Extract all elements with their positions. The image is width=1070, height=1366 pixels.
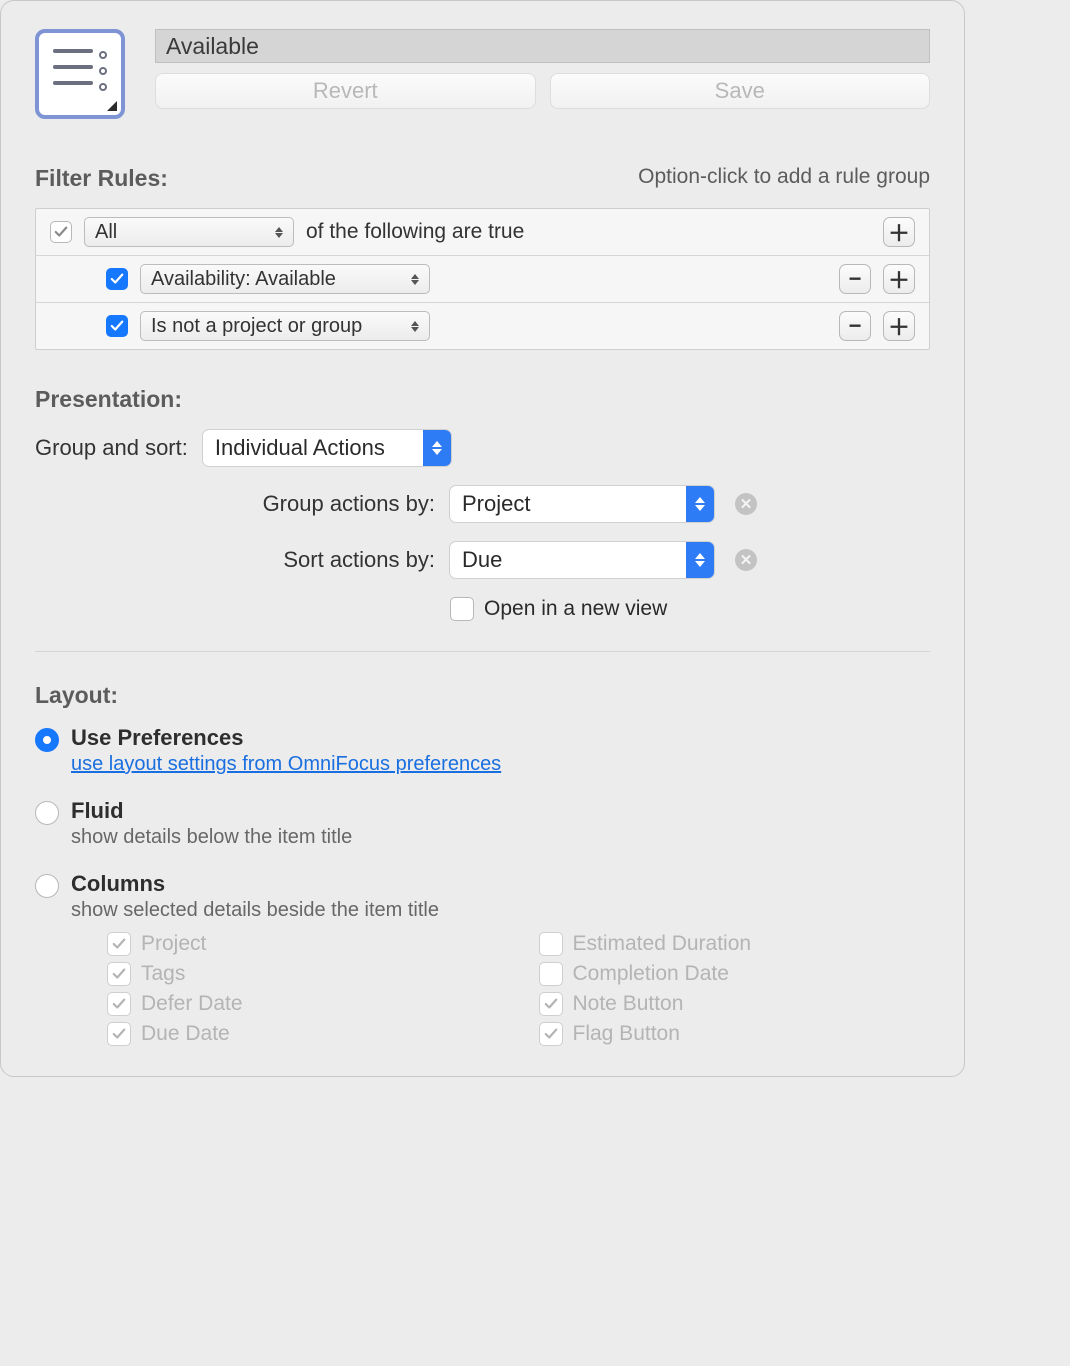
col-completion-row: Completion Date [539, 962, 931, 986]
sort-by-select[interactable]: Due [449, 541, 715, 579]
header: Revert Save [35, 29, 930, 119]
group-sort-label: Group and sort: [35, 435, 188, 461]
filter-rules-heading: Filter Rules: Option-click to add a rule… [35, 165, 930, 192]
rule-root-suffix: of the following are true [306, 220, 524, 244]
rule-checkbox[interactable] [106, 315, 128, 337]
section-divider [35, 651, 930, 652]
open-new-view-checkbox[interactable] [450, 597, 474, 621]
group-by-label: Group actions by: [35, 491, 435, 517]
stepper-icon [409, 321, 421, 332]
group-by-row: Group actions by: Project ✕ [35, 485, 930, 523]
rule-condition-select[interactable]: Is not a project or group [140, 311, 430, 341]
layout-use-prefs-radio[interactable] [35, 728, 59, 752]
col-defer-checkbox[interactable] [107, 992, 131, 1016]
layout-fluid-row: Fluid show details below the item title [35, 798, 930, 849]
add-rule-button[interactable]: ＋ [883, 264, 915, 294]
save-button[interactable]: Save [550, 73, 931, 109]
layout-heading: Layout: [35, 682, 930, 709]
col-project-row: Project [107, 932, 499, 956]
stepper-icon [273, 227, 285, 238]
chevron-updown-icon [686, 542, 714, 578]
open-new-view-row: Open in a new view [450, 597, 930, 621]
group-by-select[interactable]: Project [449, 485, 715, 523]
col-completion-checkbox[interactable] [539, 962, 563, 986]
add-rule-button[interactable]: ＋ [883, 311, 915, 341]
group-sort-value: Individual Actions [203, 435, 423, 461]
layout-columns-radio[interactable] [35, 874, 59, 898]
rule-match-select[interactable]: All [84, 217, 294, 247]
group-sort-select[interactable]: Individual Actions [202, 429, 452, 467]
chevron-updown-icon [686, 486, 714, 522]
rule-match-value: All [95, 221, 117, 244]
col-note-row: Note Button [539, 992, 931, 1016]
clear-sort-by-button[interactable]: ✕ [735, 549, 757, 571]
open-new-view-label: Open in a new view [484, 597, 667, 621]
col-due-label: Due Date [141, 1022, 230, 1046]
filter-rules-box: All of the following are true ＋ Availabi… [35, 208, 930, 350]
remove-rule-button[interactable]: − [839, 311, 871, 341]
rule-condition-value: Is not a project or group [151, 315, 362, 338]
col-tags-checkbox[interactable] [107, 962, 131, 986]
revert-button[interactable]: Revert [155, 73, 536, 109]
chevron-updown-icon [423, 430, 451, 466]
remove-rule-button[interactable]: − [839, 264, 871, 294]
perspective-icon-picker[interactable] [35, 29, 125, 119]
layout-columns-row: Columns show selected details beside the… [35, 871, 930, 922]
group-by-value: Project [450, 491, 686, 517]
col-project-checkbox[interactable] [107, 932, 131, 956]
layout-columns-desc: show selected details beside the item ti… [71, 899, 930, 922]
filter-rules-hint: Option-click to add a rule group [638, 165, 930, 189]
sort-by-value: Due [450, 547, 686, 573]
layout-fluid-title: Fluid [71, 798, 930, 824]
col-est-row: Estimated Duration [539, 932, 931, 956]
layout-columns-title: Columns [71, 871, 930, 897]
layout-use-prefs-link[interactable]: use layout settings from OmniFocus prefe… [71, 753, 501, 775]
sort-by-row: Sort actions by: Due ✕ [35, 541, 930, 579]
rule-condition-value: Availability: Available [151, 268, 336, 291]
col-note-checkbox[interactable] [539, 992, 563, 1016]
col-defer-label: Defer Date [141, 992, 243, 1016]
add-rule-button[interactable]: ＋ [883, 217, 915, 247]
sort-by-label: Sort actions by: [35, 547, 435, 573]
header-right: Revert Save [155, 29, 930, 119]
rule-row: Availability: Available − ＋ [36, 256, 929, 303]
col-flag-label: Flag Button [573, 1022, 680, 1046]
col-flag-row: Flag Button [539, 1022, 931, 1046]
perspective-title-input[interactable] [155, 29, 930, 63]
col-est-checkbox[interactable] [539, 932, 563, 956]
columns-checkbox-grid: Project Estimated Duration Tags Completi… [107, 932, 930, 1046]
col-flag-checkbox[interactable] [539, 1022, 563, 1046]
stepper-icon [409, 274, 421, 285]
group-and-sort-row: Group and sort: Individual Actions [35, 429, 930, 467]
col-note-label: Note Button [573, 992, 684, 1016]
col-due-row: Due Date [107, 1022, 499, 1046]
col-tags-row: Tags [107, 962, 499, 986]
col-est-label: Estimated Duration [573, 932, 752, 956]
rule-checkbox[interactable] [106, 268, 128, 290]
presentation-heading: Presentation: [35, 386, 930, 413]
clear-group-by-button[interactable]: ✕ [735, 493, 757, 515]
layout-use-prefs-row: Use Preferences use layout settings from… [35, 725, 930, 776]
col-tags-label: Tags [141, 962, 185, 986]
rule-root-checkbox[interactable] [50, 221, 72, 243]
perspective-editor-window: Revert Save Filter Rules: Option-click t… [0, 0, 965, 1077]
rule-root-row: All of the following are true ＋ [36, 209, 929, 256]
col-defer-row: Defer Date [107, 992, 499, 1016]
filter-rules-label: Filter Rules: [35, 165, 168, 191]
rule-row: Is not a project or group − ＋ [36, 303, 929, 349]
col-completion-label: Completion Date [573, 962, 729, 986]
rule-condition-select[interactable]: Availability: Available [140, 264, 430, 294]
layout-fluid-desc: show details below the item title [71, 826, 930, 849]
layout-fluid-radio[interactable] [35, 801, 59, 825]
col-due-checkbox[interactable] [107, 1022, 131, 1046]
col-project-label: Project [141, 932, 206, 956]
header-buttons: Revert Save [155, 73, 930, 109]
layout-use-prefs-title: Use Preferences [71, 725, 930, 751]
